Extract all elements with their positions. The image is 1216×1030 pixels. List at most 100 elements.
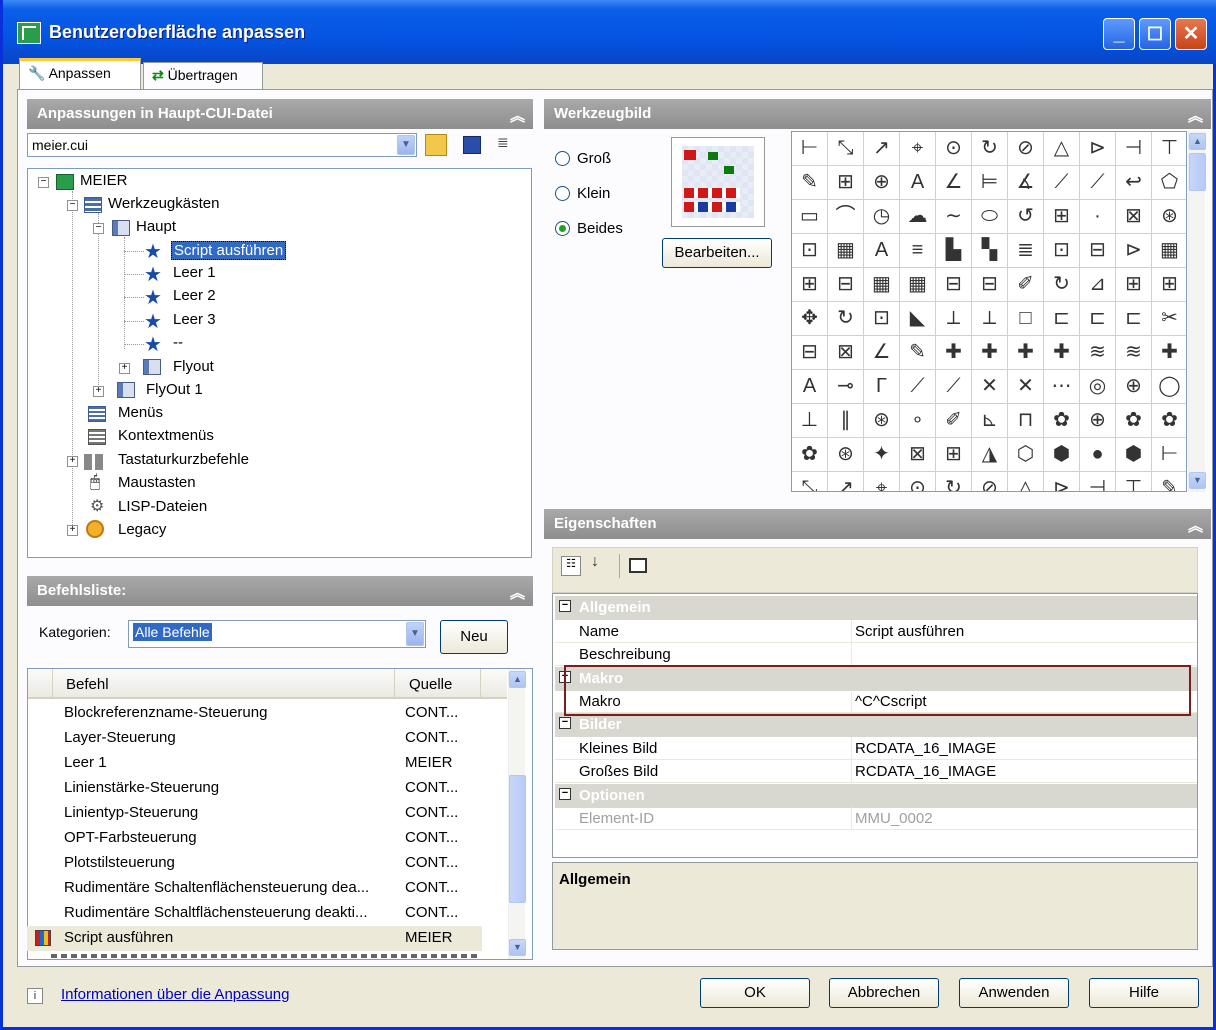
tree-item-leer-1[interactable]: Leer 1 <box>173 264 216 281</box>
tool-icon-cell[interactable]: ✎ <box>792 166 828 200</box>
tool-icon-cell[interactable]: ⊢ <box>1152 438 1186 472</box>
maximize-button[interactable]: ☐ <box>1139 18 1171 50</box>
tree-item-werkzeugkaesten[interactable]: Werkzeugkästen <box>108 195 219 212</box>
tool-icon-cell[interactable]: ⟋ <box>1080 166 1116 200</box>
tool-icon-cell[interactable]: ⤡ <box>792 472 828 491</box>
tree-item-legacy[interactable]: Legacy <box>118 521 166 538</box>
scroll-down-icon[interactable]: ▼ <box>509 939 526 956</box>
tool-icon-cell[interactable]: ⊡ <box>864 302 900 336</box>
category-select[interactable]: Alle Befehle ▼ <box>128 620 426 648</box>
tool-icon-cell[interactable]: ✎ <box>1152 472 1186 491</box>
list-item[interactable]: Linienstärke-Steuerung CONT... <box>27 776 482 801</box>
tool-icon-cell[interactable]: ▙ <box>936 234 972 268</box>
tool-icon-cell[interactable]: ⊠ <box>828 336 864 370</box>
tool-icon-cell[interactable]: ✥ <box>792 302 828 336</box>
tool-icon-cell[interactable]: ⊤ <box>1116 472 1152 491</box>
open-file-icon[interactable] <box>425 134 447 156</box>
scroll-up-icon[interactable]: ▲ <box>1189 133 1206 150</box>
tool-icon-cell[interactable]: A <box>900 166 936 200</box>
tool-icon-cell[interactable]: ⊞ <box>1152 268 1186 302</box>
tool-icon-cell[interactable]: ✚ <box>1152 336 1186 370</box>
tool-icon-cell[interactable]: ↻ <box>972 132 1008 166</box>
tool-icon-cell[interactable]: ⤡ <box>828 132 864 166</box>
tree-item-script-ausfuehren[interactable]: Script ausführen <box>171 241 287 260</box>
tool-icon-cell[interactable]: ✿ <box>792 438 828 472</box>
tree-item-leer-2[interactable]: Leer 2 <box>173 287 216 304</box>
list-item[interactable]: Plotstilsteuerung CONT... <box>27 851 482 876</box>
tool-icon-cell[interactable]: ⬠ <box>1152 166 1186 200</box>
column-header-quelle[interactable]: Quelle <box>409 676 452 693</box>
tool-icon-cell[interactable]: ✐ <box>936 404 972 438</box>
apply-button[interactable]: Anwenden <box>959 978 1069 1008</box>
tree-item-flyout-1[interactable]: FlyOut 1 <box>146 381 203 398</box>
tool-icon-cell[interactable]: ↩ <box>1116 166 1152 200</box>
tool-icon-cell[interactable]: ⊕ <box>1116 370 1152 404</box>
tool-icon-cell[interactable]: ⊠ <box>900 438 936 472</box>
tool-icon-cell[interactable]: ⊕ <box>1080 404 1116 438</box>
tool-icon-cell[interactable]: ↻ <box>828 302 864 336</box>
column-header-befehl[interactable]: Befehl <box>66 676 109 693</box>
list-item[interactable]: Linientyp-Steuerung CONT... <box>27 801 482 826</box>
tool-icon-cell[interactable]: ⬢ <box>1116 438 1152 472</box>
minimize-button[interactable]: _ <box>1103 18 1135 50</box>
tool-icon-cell[interactable]: ⟂ <box>936 302 972 336</box>
tool-icon-cell[interactable]: ⊟ <box>828 268 864 302</box>
tool-icon-cell[interactable]: ∥ <box>828 404 864 438</box>
tool-icon-cell[interactable]: ⊘ <box>972 472 1008 491</box>
tool-icon-cell[interactable]: ⌒ <box>828 200 864 234</box>
tool-icon-cell[interactable]: ⊿ <box>1080 268 1116 302</box>
list-item[interactable]: Rudimentäre Schaltflächensteuerung deakt… <box>27 901 482 926</box>
tool-icon-cell[interactable]: ≣ <box>1008 234 1044 268</box>
list-item-selected[interactable]: Script ausführen MEIER <box>27 926 482 951</box>
tool-icon-cell[interactable]: ⊙ <box>900 472 936 491</box>
list-item[interactable]: OPT-Farbsteuerung CONT... <box>27 826 482 851</box>
tool-icon-cell[interactable]: Γ <box>864 370 900 404</box>
collapse-icon[interactable]: ︽ <box>1188 105 1203 126</box>
expand-toggle[interactable]: + <box>119 363 130 374</box>
tool-icon-cell[interactable]: ∡ <box>1008 166 1044 200</box>
tool-icon-cell[interactable]: ↺ <box>1008 200 1044 234</box>
list-options-icon[interactable]: ≣ <box>497 134 519 156</box>
tool-icon-cell[interactable]: A <box>792 370 828 404</box>
tool-icon-cell[interactable]: △ <box>1044 132 1080 166</box>
tool-icon-cell[interactable]: ⌖ <box>864 472 900 491</box>
tool-icon-cell[interactable]: ◎ <box>1080 370 1116 404</box>
scroll-up-icon[interactable]: ▲ <box>509 671 526 688</box>
collapse-icon[interactable]: ︽ <box>1188 515 1203 536</box>
tree-item-menues[interactable]: Menüs <box>118 404 163 421</box>
tool-icon-cell[interactable]: ⊞ <box>1116 268 1152 302</box>
tool-icon-cell[interactable]: ⊳ <box>1116 234 1152 268</box>
tool-icon-cell[interactable]: ⊾ <box>972 404 1008 438</box>
category-optionen[interactable]: − Optionen <box>555 784 1197 808</box>
tool-icon-cell[interactable]: ⊨ <box>972 166 1008 200</box>
tool-icon-cell[interactable]: ⟋ <box>900 370 936 404</box>
tool-icon-cell[interactable]: ✕ <box>972 370 1008 404</box>
tool-icon-cell[interactable]: ↻ <box>1044 268 1080 302</box>
tool-icon-cell[interactable]: ⊟ <box>972 268 1008 302</box>
tool-icon-cell[interactable]: · <box>1080 200 1116 234</box>
collapse-toggle[interactable]: − <box>38 177 49 188</box>
tree-item-meier[interactable]: MEIER <box>80 172 128 189</box>
properties-panel-header[interactable]: Eigenschaften ︽ <box>544 509 1211 539</box>
tree-item-lisp-dateien[interactable]: LISP-Dateien <box>118 498 207 515</box>
tool-icon-cell[interactable]: ⊤ <box>1152 132 1186 166</box>
tool-icon-cell[interactable]: ✐ <box>1008 268 1044 302</box>
property-row-name[interactable]: Name Script ausführen <box>555 620 1197 643</box>
tool-icon-cell[interactable]: □ <box>1008 302 1044 336</box>
close-button[interactable]: ✕ <box>1175 18 1207 50</box>
tool-icon-cell[interactable]: ⊟ <box>792 336 828 370</box>
tool-icon-cell[interactable]: ● <box>1080 438 1116 472</box>
tool-icon-cell[interactable]: ✚ <box>1044 336 1080 370</box>
category-bilder[interactable]: − Bilder <box>555 713 1197 737</box>
save-icon[interactable] <box>463 136 481 154</box>
tool-icon-cell[interactable]: ⊸ <box>828 370 864 404</box>
tool-icon-cell[interactable]: ✚ <box>936 336 972 370</box>
tool-icon-cell[interactable]: ◷ <box>864 200 900 234</box>
tool-icon-cell[interactable]: △ <box>1008 472 1044 491</box>
help-button[interactable]: Hilfe <box>1089 978 1199 1008</box>
tool-icon-cell[interactable]: ↗ <box>864 132 900 166</box>
tool-icon-cell[interactable]: ⊳ <box>1080 132 1116 166</box>
tree-item-flyout[interactable]: Flyout <box>173 358 214 375</box>
toolimage-panel-header[interactable]: Werkzeugbild ︽ <box>544 99 1211 129</box>
tool-icon-cell[interactable]: ∠ <box>936 166 972 200</box>
